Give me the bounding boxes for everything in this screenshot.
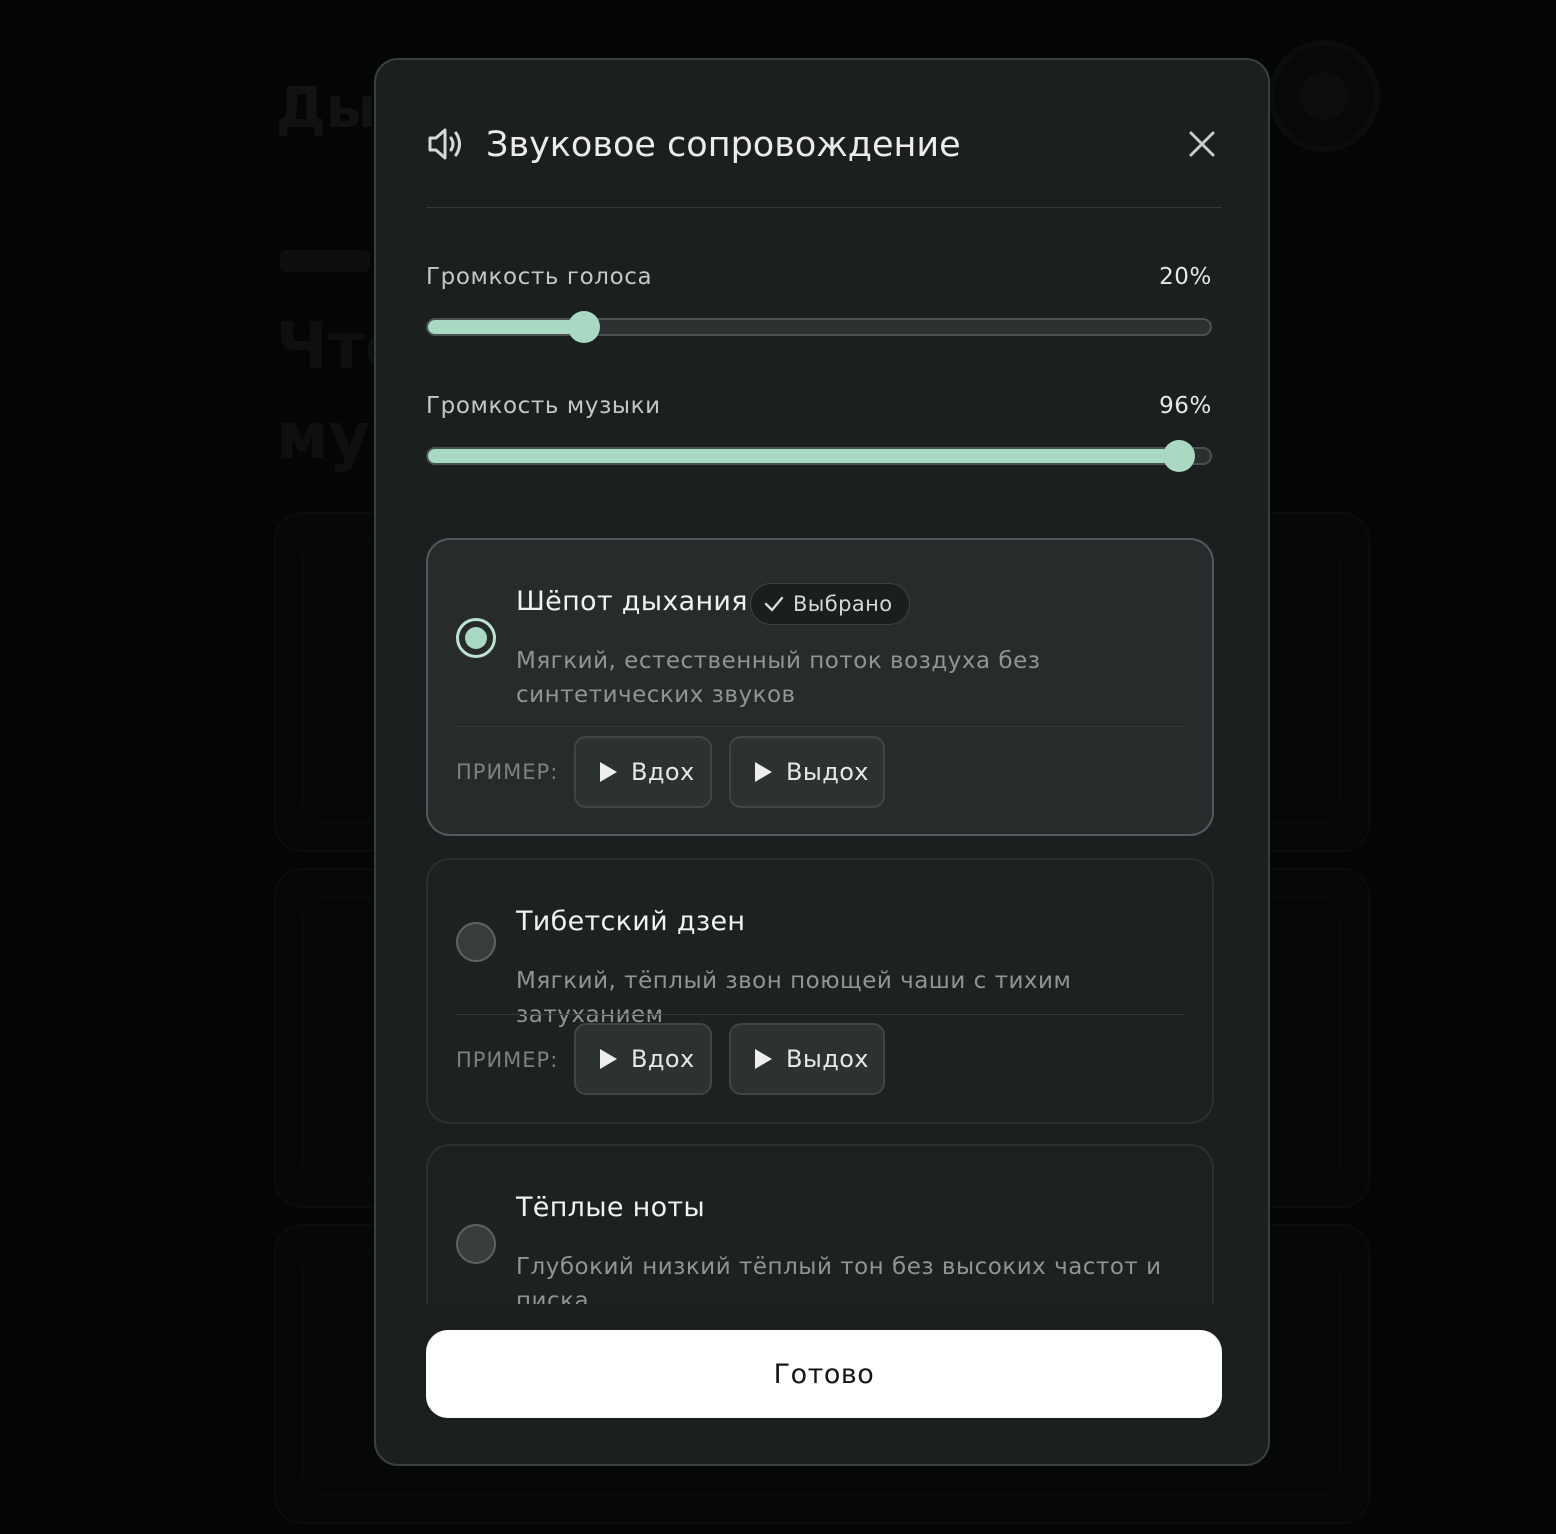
play-icon (600, 1049, 617, 1069)
radio-button-selected[interactable] (456, 618, 496, 658)
sound-option-warm-notes[interactable]: Тёплые ноты Глубокий низкий тёплый тон б… (426, 1144, 1214, 1304)
music-volume-track[interactable] (426, 440, 1212, 472)
play-inhale-label: Вдох (631, 758, 695, 786)
selected-badge-label: Выбрано (793, 592, 893, 616)
play-inhale-button[interactable]: Вдох (574, 1023, 712, 1095)
sound-option-tibetan-zen[interactable]: Тибетский дзен Мягкий, тёплый звон поюще… (426, 858, 1214, 1124)
example-label: ПРИМЕР: (456, 1048, 559, 1072)
music-volume-value: 96% (1159, 393, 1212, 419)
play-exhale-button[interactable]: Выдох (729, 1023, 885, 1095)
music-volume-thumb[interactable] (1162, 440, 1195, 472)
play-exhale-label: Выдох (786, 758, 869, 786)
play-inhale-button[interactable]: Вдох (574, 736, 712, 808)
selected-badge: Выбрано (750, 583, 910, 625)
modal-title: Звуковое сопровождение (486, 125, 961, 165)
option-title: Шёпот дыхания (516, 586, 748, 617)
play-icon (755, 762, 772, 782)
music-volume-fill (428, 449, 1179, 463)
voice-volume-fill (428, 320, 585, 334)
example-label: ПРИМЕР: (456, 760, 559, 784)
speaker-icon (428, 128, 461, 160)
background-avatar (1268, 40, 1380, 152)
option-description: Мягкий, естественный поток воздуха без с… (516, 648, 1041, 708)
play-exhale-label: Выдох (786, 1045, 869, 1073)
voice-volume-thumb[interactable] (568, 311, 601, 343)
play-inhale-label: Вдох (631, 1045, 695, 1073)
radio-button[interactable] (456, 1224, 496, 1264)
close-icon[interactable] (1182, 124, 1222, 164)
voice-volume-value: 20% (1159, 264, 1212, 290)
option-divider (456, 726, 1184, 727)
sound-options-list[interactable]: Шёпот дыхания Выбрано Мягкий, естественн… (426, 538, 1214, 1304)
option-description: Глубокий низкий тёплый тон без высоких ч… (516, 1254, 1162, 1304)
music-volume-label: Громкость музыки (426, 393, 661, 419)
check-icon (764, 596, 784, 612)
option-title: Тибетский дзен (516, 906, 746, 937)
option-divider (456, 1014, 1184, 1015)
modal-header: Звуковое сопровождение (426, 118, 1222, 208)
play-exhale-button[interactable]: Выдох (729, 736, 885, 808)
done-button[interactable]: Готово (426, 1330, 1222, 1418)
background-label (280, 250, 370, 272)
radio-button[interactable] (456, 922, 496, 962)
sound-option-breath-whisper[interactable]: Шёпот дыхания Выбрано Мягкий, естественн… (426, 538, 1214, 836)
voice-volume-track[interactable] (426, 311, 1212, 343)
play-icon (755, 1049, 772, 1069)
sound-settings-modal: Звуковое сопровождение Громкость голоса … (374, 58, 1270, 1466)
option-title: Тёплые ноты (516, 1192, 706, 1223)
voice-volume-label: Громкость голоса (426, 264, 653, 290)
play-icon (600, 762, 617, 782)
option-description: Мягкий, тёплый звон поющей чаши с тихим … (516, 968, 1072, 1028)
